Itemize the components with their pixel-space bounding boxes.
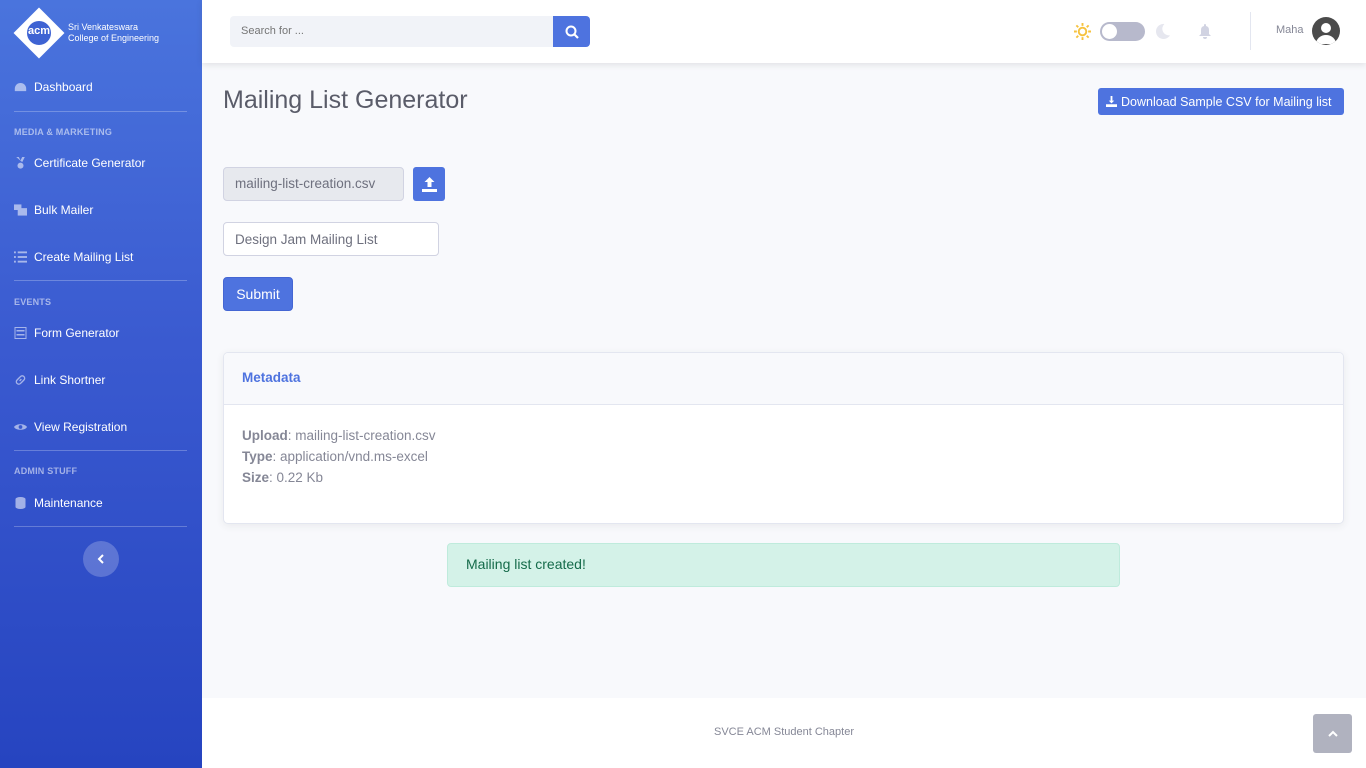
divider	[14, 526, 187, 527]
sidebar-item-view-registration[interactable]: View Registration	[14, 417, 127, 437]
sidebar-item-bulk-mailer[interactable]: Bulk Mailer	[14, 200, 93, 220]
username[interactable]: Maha	[1276, 24, 1304, 36]
metadata-type-label: Type	[242, 449, 273, 464]
link-icon	[15, 375, 26, 385]
upload-file-button[interactable]	[413, 167, 445, 201]
search-icon	[565, 25, 579, 39]
brand-line1: Sri Venkateswara	[68, 22, 139, 32]
metadata-header: Metadata	[224, 353, 1343, 405]
sidebar-item-create-mailing-list[interactable]: Create Mailing List	[14, 247, 133, 267]
sidebar-item-link-shortner[interactable]: Link Shortner	[14, 370, 105, 390]
page-title: Mailing List Generator	[223, 86, 468, 114]
sidebar: acm Sri Venkateswara College of Engineer…	[0, 0, 202, 768]
sidebar-heading-admin: ADMIN STUFF	[14, 466, 78, 476]
search-input[interactable]	[230, 16, 554, 47]
brand[interactable]: acm Sri Venkateswara College of Engineer…	[13, 7, 160, 59]
logo-text: acm	[27, 25, 51, 37]
sidebar-item-label: View Registration	[34, 420, 128, 434]
metadata-size-row: Size: 0.22 Kb	[242, 467, 1325, 488]
scroll-to-top-button[interactable]	[1313, 714, 1352, 753]
sidebar-item-label: Form Generator	[34, 326, 120, 340]
chevron-left-icon	[97, 554, 104, 564]
sidebar-item-dashboard[interactable]: Dashboard	[14, 77, 93, 97]
upload-icon	[421, 176, 437, 192]
metadata-upload-row: Upload: mailing-list-creation.csv	[242, 425, 1325, 446]
submit-button[interactable]: Submit	[223, 277, 293, 311]
chevron-up-icon	[1327, 730, 1338, 737]
sidebar-item-label: Certificate Generator	[34, 156, 146, 170]
metadata-type-value: : application/vnd.ms-excel	[272, 449, 428, 464]
sidebar-heading-events: EVENTS	[14, 297, 52, 307]
metadata-size-label: Size	[242, 470, 270, 485]
metadata-upload-label: Upload	[242, 428, 288, 443]
medal-icon	[16, 157, 25, 169]
file-name-display: mailing-list-creation.csv	[223, 167, 404, 201]
download-icon	[1106, 96, 1117, 107]
download-sample-csv-button[interactable]: Download Sample CSV for Mailing list	[1098, 88, 1344, 115]
sidebar-item-label: Dashboard	[34, 80, 93, 94]
avatar[interactable]	[1312, 17, 1340, 45]
sidebar-item-label: Maintenance	[34, 496, 103, 510]
sidebar-item-label: Create Mailing List	[34, 250, 134, 264]
sidebar-item-label: Link Shortner	[34, 373, 106, 387]
footer: SVCE ACM Student Chapter	[202, 698, 1366, 768]
sidebar-item-certificate-generator[interactable]: Certificate Generator	[14, 153, 145, 173]
footer-text: SVCE ACM Student Chapter	[713, 726, 854, 738]
download-label: Download Sample CSV for Mailing list	[1121, 94, 1332, 109]
sidebar-item-label: Bulk Mailer	[34, 203, 94, 217]
moon-icon	[1155, 23, 1171, 40]
metadata-size-value: : 0.22 Kb	[269, 470, 324, 485]
database-icon	[15, 497, 26, 509]
sun-icon	[1074, 23, 1091, 40]
list-icon	[14, 251, 27, 263]
divider	[14, 111, 187, 112]
brand-line2: College of Engineering	[68, 33, 160, 43]
topbar-divider	[1250, 12, 1251, 50]
sidebar-toggle-button[interactable]	[83, 541, 119, 577]
sidebar-item-maintenance[interactable]: Maintenance	[14, 493, 103, 513]
mailing-list-name-input[interactable]	[223, 222, 439, 256]
topbar: Maha	[202, 0, 1366, 63]
mail-bulk-icon	[14, 204, 27, 216]
search-button[interactable]	[553, 16, 590, 47]
form-icon	[14, 327, 27, 339]
metadata-type-row: Type: application/vnd.ms-excel	[242, 446, 1325, 467]
divider	[14, 450, 187, 451]
success-alert: Mailing list created!	[447, 543, 1120, 587]
theme-toggle-switch[interactable]	[1100, 22, 1145, 41]
sidebar-heading-media: MEDIA & MARKETING	[14, 127, 113, 137]
metadata-upload-value: : mailing-list-creation.csv	[287, 428, 436, 443]
sidebar-item-form-generator[interactable]: Form Generator	[14, 323, 119, 343]
acm-logo-icon: acm	[13, 7, 65, 59]
eye-icon	[14, 424, 27, 430]
metadata-card: Metadata Upload: mailing-list-creation.c…	[223, 352, 1344, 524]
tachometer-icon	[14, 82, 27, 92]
metadata-body: Upload: mailing-list-creation.csv Type: …	[224, 405, 1343, 508]
divider	[14, 280, 187, 281]
user-icon	[1316, 23, 1336, 44]
bell-icon[interactable]	[1198, 24, 1212, 39]
